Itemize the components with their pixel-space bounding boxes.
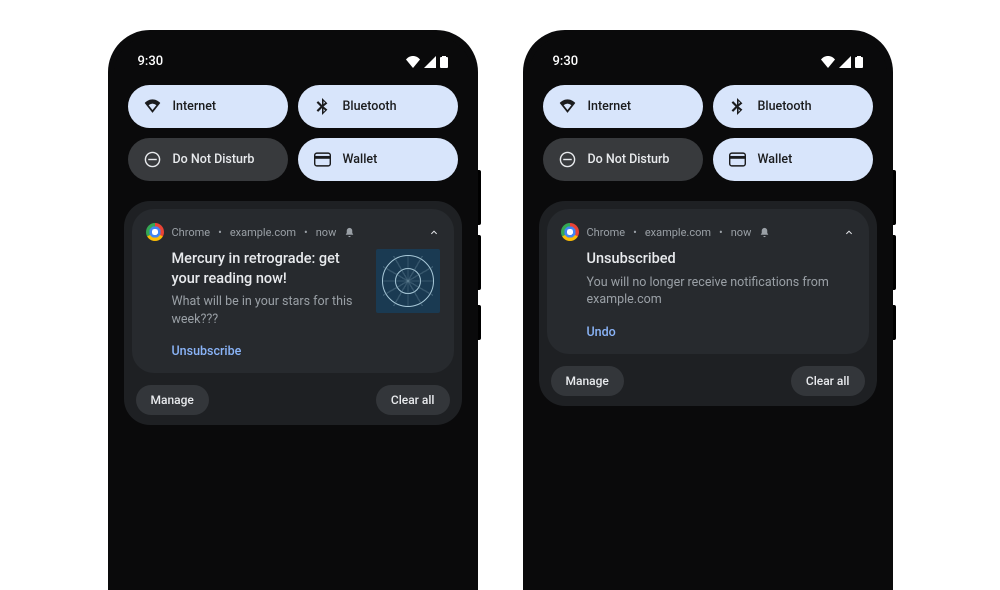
- wifi-icon: [144, 98, 161, 115]
- power-button[interactable]: [478, 305, 481, 340]
- quick-settings: Internet Bluetooth Do Not Disturb Wallet: [114, 75, 472, 187]
- status-icons: [821, 56, 863, 68]
- undo-button[interactable]: Undo: [561, 317, 855, 340]
- chrome-icon: [561, 223, 579, 241]
- cell-signal-icon: [424, 56, 436, 68]
- volume-down-button[interactable]: [893, 235, 896, 290]
- notification-body: You will no longer receive notifications…: [587, 274, 855, 309]
- notification-app: Chrome: [587, 226, 626, 239]
- manage-button[interactable]: Manage: [551, 366, 624, 396]
- notification-shade: Chrome • example.com • now Unsubscribe: [539, 201, 877, 406]
- bell-icon: [344, 227, 355, 238]
- notification-time: now: [731, 226, 752, 239]
- battery-icon: [855, 56, 863, 68]
- phone-right: 9:30 Internet Bluetooth: [523, 30, 893, 590]
- status-bar: 9:30: [114, 36, 472, 75]
- notification-app: Chrome: [172, 226, 211, 239]
- wifi-icon: [559, 98, 576, 115]
- qs-tile-internet[interactable]: Internet: [543, 85, 703, 128]
- qs-tile-bluetooth[interactable]: Bluetooth: [298, 85, 458, 128]
- qs-tile-label: Bluetooth: [343, 99, 397, 114]
- status-icons: [406, 56, 448, 68]
- status-time: 9:30: [553, 54, 579, 69]
- qs-tile-bluetooth[interactable]: Bluetooth: [713, 85, 873, 128]
- qs-tile-internet[interactable]: Internet: [128, 85, 288, 128]
- qs-tile-label: Bluetooth: [758, 99, 812, 114]
- dnd-icon: [144, 151, 161, 168]
- dnd-icon: [559, 151, 576, 168]
- qs-tile-wallet[interactable]: Wallet: [298, 138, 458, 181]
- qs-tile-label: Do Not Disturb: [173, 152, 255, 167]
- bluetooth-icon: [314, 98, 331, 115]
- notification-header: Chrome • example.com • now: [146, 223, 440, 241]
- qs-tile-label: Internet: [588, 99, 632, 114]
- wifi-icon: [821, 56, 835, 68]
- volume-up-button[interactable]: [893, 170, 896, 225]
- status-time: 9:30: [138, 54, 164, 69]
- wallet-icon: [314, 151, 331, 168]
- notification-thumbnail: [376, 249, 440, 313]
- phone-left: 9:30 Internet Bluetooth: [108, 30, 478, 590]
- notification-title: Unsubscribed: [587, 249, 855, 269]
- bluetooth-icon: [729, 98, 746, 115]
- volume-down-button[interactable]: [478, 235, 481, 290]
- quick-settings: Internet Bluetooth Do Not Disturb Wallet: [529, 75, 887, 187]
- qs-tile-label: Wallet: [343, 152, 378, 167]
- chrome-icon: [146, 223, 164, 241]
- manage-button[interactable]: Manage: [136, 385, 209, 415]
- notification-title: Mercury in retrograde: get your reading …: [172, 249, 364, 288]
- notification-time: now: [316, 226, 337, 239]
- wifi-icon: [406, 56, 420, 68]
- notification-footer: Manage Clear all: [132, 383, 454, 417]
- unsubscribe-button[interactable]: Unsubscribe: [146, 336, 440, 359]
- bell-icon: [759, 227, 770, 238]
- zodiac-wheel-icon: [382, 255, 434, 307]
- notification-card[interactable]: Chrome • example.com • now Mercury in: [132, 209, 454, 373]
- clear-all-button[interactable]: Clear all: [376, 385, 450, 415]
- qs-tile-label: Do Not Disturb: [588, 152, 670, 167]
- qs-tile-label: Wallet: [758, 152, 793, 167]
- battery-icon: [440, 56, 448, 68]
- cell-signal-icon: [839, 56, 851, 68]
- qs-tile-dnd[interactable]: Do Not Disturb: [128, 138, 288, 181]
- status-bar: 9:30: [529, 36, 887, 75]
- qs-tile-dnd[interactable]: Do Not Disturb: [543, 138, 703, 181]
- volume-up-button[interactable]: [478, 170, 481, 225]
- notification-source: example.com: [230, 226, 296, 239]
- clear-all-button[interactable]: Clear all: [791, 366, 865, 396]
- qs-tile-label: Internet: [173, 99, 217, 114]
- notification-shade: Chrome • example.com • now Mercury in: [124, 201, 462, 425]
- notification-card[interactable]: Chrome • example.com • now Unsubscribe: [547, 209, 869, 354]
- notification-body: What will be in your stars for this week…: [172, 293, 364, 328]
- collapse-icon[interactable]: [428, 226, 440, 238]
- wallet-icon: [729, 151, 746, 168]
- qs-tile-wallet[interactable]: Wallet: [713, 138, 873, 181]
- notification-footer: Manage Clear all: [547, 364, 869, 398]
- notification-source: example.com: [645, 226, 711, 239]
- notification-header: Chrome • example.com • now: [561, 223, 855, 241]
- power-button[interactable]: [893, 305, 896, 340]
- collapse-icon[interactable]: [843, 226, 855, 238]
